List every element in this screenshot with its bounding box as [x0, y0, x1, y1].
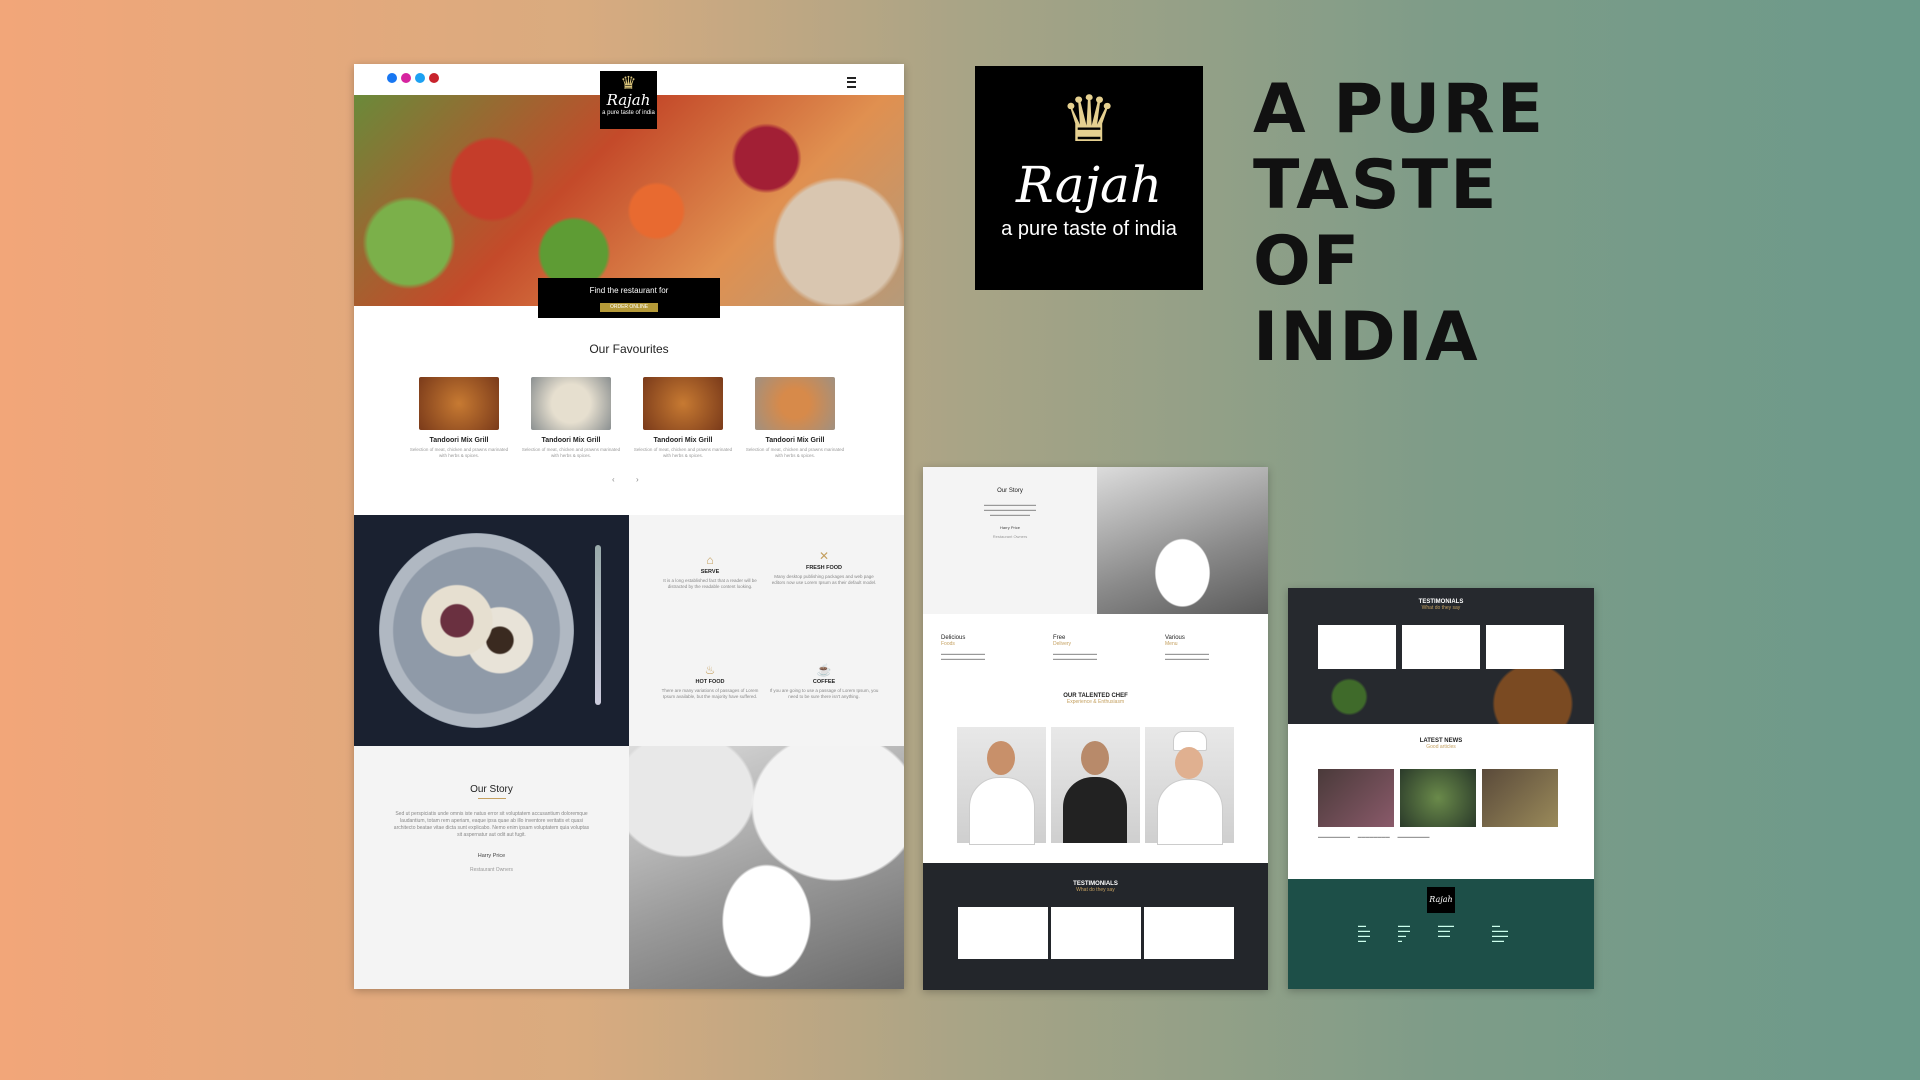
col-delicious: Delicious Foods ▬▬▬▬▬▬▬▬▬▬▬ ▬▬▬▬▬▬▬▬▬▬▬ — [941, 635, 985, 661]
coffee-icon: ☕ — [816, 663, 832, 677]
dish-desc: Selection of meat, chicken and prawns ma… — [409, 447, 509, 458]
dish-image — [643, 377, 723, 430]
favourite-card[interactable]: Tandoori Mix Grill Selection of meat, ch… — [406, 377, 512, 459]
feature-serve: ⌂ SERVE It is a long established fact th… — [655, 553, 765, 590]
col-various: Various Menu ▬▬▬▬▬▬▬▬▬▬▬ ▬▬▬▬▬▬▬▬▬▬▬ — [1165, 635, 1209, 661]
news-image[interactable] — [1318, 769, 1394, 827]
story-role: Restaurant Owners — [469, 867, 514, 873]
story-title: Our Story — [470, 784, 513, 795]
testimonial-card — [1486, 625, 1564, 669]
logo-tagline: a pure taste of india — [602, 110, 655, 116]
instagram-icon[interactable] — [401, 73, 411, 83]
order-online-button[interactable]: ORDER ONLINE — [600, 303, 658, 312]
story-text: Sed ut perspiciatis unde omnis iste natu… — [393, 811, 590, 838]
hero-cta-text: Find the restaurant for — [589, 286, 669, 295]
brand-logo: ♛ Rajah a pure taste of india — [975, 66, 1203, 290]
news-image[interactable] — [1482, 769, 1558, 827]
crown-icon: ♛ — [620, 73, 637, 93]
testimonial-card — [958, 907, 1048, 959]
brand-tagline: A PURE TASTE OF INDIA — [1253, 70, 1546, 377]
chef-subtitle: Experience & Enthusiasm — [1066, 699, 1125, 705]
testimonial-card — [1051, 907, 1141, 959]
logo-name: Rajah — [1015, 156, 1163, 214]
carousel-prev-icon[interactable]: ‹ — [612, 475, 615, 484]
testimonials-section: TESTIMONIALS What do they say — [1288, 588, 1594, 724]
pinterest-icon[interactable] — [429, 73, 439, 83]
chef-photo — [957, 727, 1046, 845]
about-page-mockup: Our Story ▬▬▬▬▬▬▬▬▬▬▬▬▬ ▬▬▬▬▬▬▬▬▬▬▬▬▬ ▬▬▬▬… — [923, 467, 1268, 990]
hot-dish-icon: ♨ — [704, 663, 716, 677]
news-image[interactable] — [1400, 769, 1476, 827]
logo-name: Rajah — [606, 91, 651, 109]
utensils-icon: ✕ — [818, 549, 830, 563]
favourite-card[interactable]: Tandoori Mix Grill Selection of meat, ch… — [742, 377, 848, 459]
favourite-card[interactable]: Tandoori Mix Grill Selection of meat, ch… — [630, 377, 736, 459]
cloche-icon: ⌂ — [706, 553, 714, 567]
dish-desc: Selection of meat, chicken and prawns ma… — [633, 447, 733, 458]
news-page-mockup: TESTIMONIALS What do they say LATEST NEW… — [1288, 588, 1594, 989]
dish-name: Tandoori Mix Grill — [541, 437, 601, 444]
facebook-icon[interactable] — [387, 73, 397, 83]
homepage-mockup: ♛ Rajah a pure taste of india Find the r… — [354, 64, 904, 989]
chef-plating-image — [1097, 467, 1268, 614]
favourites-title: Our Favourites — [589, 342, 669, 356]
feature-hot-food: ♨ HOT FOOD There are many variations of … — [655, 663, 765, 700]
dish-name: Tandoori Mix Grill — [765, 437, 825, 444]
twitter-icon[interactable] — [415, 73, 425, 83]
dish-image — [419, 377, 499, 430]
dish-name: Tandoori Mix Grill — [429, 437, 489, 444]
carousel-next-icon[interactable]: › — [636, 475, 639, 484]
testimonials-section: TESTIMONIALS What do they say — [923, 863, 1268, 990]
testimonial-card — [1144, 907, 1234, 959]
features-panel: ⌂ SERVE It is a long established fact th… — [629, 515, 904, 746]
feature-fresh-food: ✕ FRESH FOOD Many desktop publishing pac… — [769, 549, 879, 586]
dish-desc: Selection of meat, chicken and prawns ma… — [521, 447, 621, 458]
news-subtitle: Good articles — [1426, 744, 1456, 750]
feature-coffee: ☕ COFFEE If you are going to use a passa… — [769, 663, 879, 699]
crown-icon: ♛ — [1060, 83, 1118, 155]
dish-name: Tandoori Mix Grill — [653, 437, 713, 444]
col-free: Free Delivery ▬▬▬▬▬▬▬▬▬▬▬ ▬▬▬▬▬▬▬▬▬▬▬ — [1053, 635, 1097, 661]
story-block: Our Story ▬▬▬▬▬▬▬▬▬▬▬▬▬ ▬▬▬▬▬▬▬▬▬▬▬▬▬ ▬▬▬▬… — [923, 467, 1097, 614]
site-footer: Rajah ▬▬ ▬▬▬ ▬▬▬ ▬▬ ▬▬▬ ▬▬▬ ▬▬ ▬ ▬▬▬▬ ▬▬▬ ▬▬▬ ▬▬… — [1288, 879, 1594, 989]
chef-photo — [1051, 727, 1140, 843]
dish-desc: Selection of meat, chicken and prawns ma… — [745, 447, 845, 458]
dish-image — [755, 377, 835, 430]
hamburger-menu-icon[interactable] — [847, 77, 856, 88]
dish-image — [531, 377, 611, 430]
our-story-section: Our Story Sed ut perspiciatis unde omnis… — [354, 746, 629, 989]
story-author: Harry Price — [477, 853, 506, 859]
plate-image — [354, 515, 629, 746]
footer-logo[interactable]: Rajah — [1427, 887, 1455, 913]
testimonial-card — [1318, 625, 1396, 669]
fork-icon — [595, 545, 601, 705]
testimonial-card — [1402, 625, 1480, 669]
chef-plating-image — [629, 746, 904, 989]
hero-cta-box: Find the restaurant for ORDER ONLINE — [538, 278, 720, 318]
site-logo[interactable]: ♛ Rajah a pure taste of india — [600, 71, 657, 129]
chef-photo — [1145, 727, 1234, 845]
logo-tagline: a pure taste of india — [1001, 218, 1177, 240]
favourite-card[interactable]: Tandoori Mix Grill Selection of meat, ch… — [518, 377, 624, 459]
